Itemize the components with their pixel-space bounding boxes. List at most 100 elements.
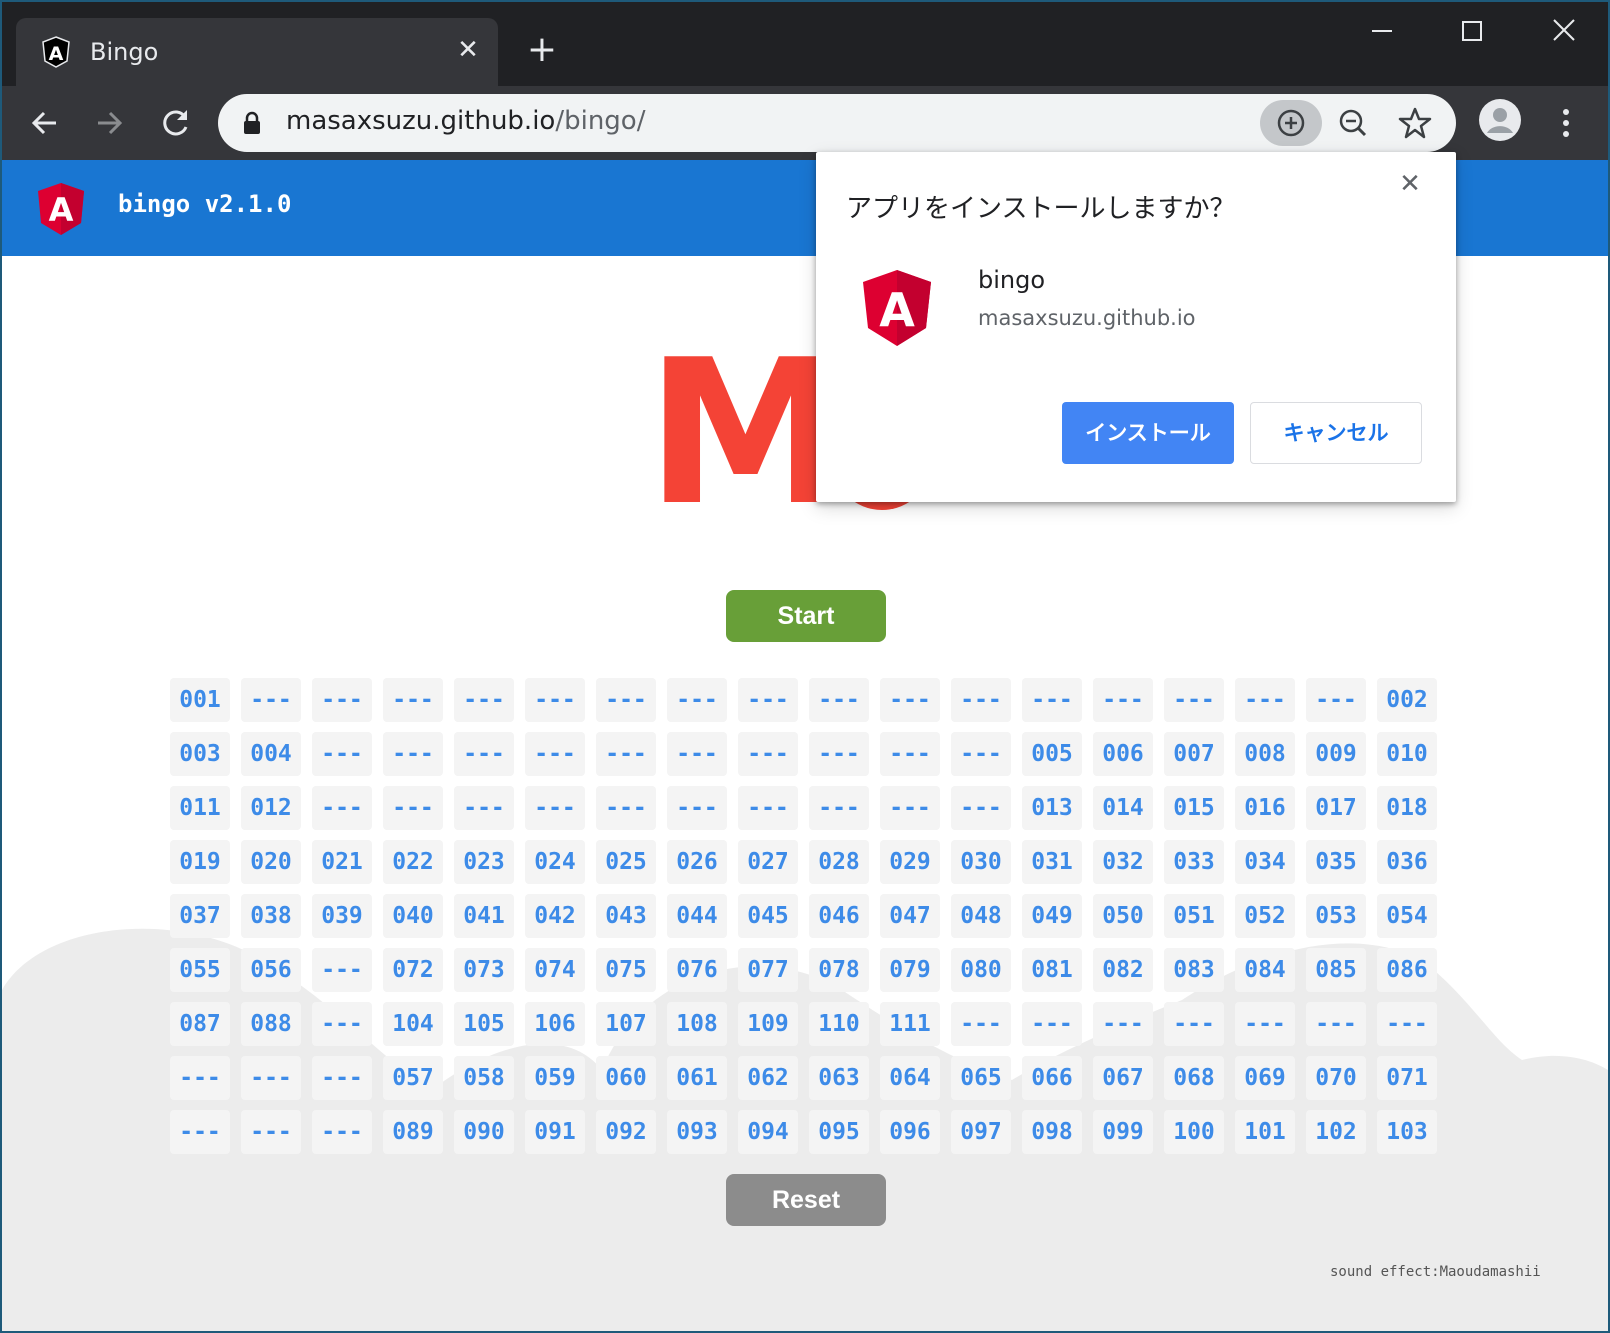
bingo-cell: --- <box>1022 678 1082 722</box>
bingo-cell: 043 <box>596 894 656 938</box>
bingo-cell: 093 <box>667 1110 727 1154</box>
bingo-cell: 077 <box>738 948 798 992</box>
bingo-cell: --- <box>951 786 1011 830</box>
bingo-cell: --- <box>1306 678 1366 722</box>
bingo-cell: 083 <box>1164 948 1224 992</box>
bingo-cell: 041 <box>454 894 514 938</box>
bingo-cell: 095 <box>809 1110 869 1154</box>
bingo-cell: 018 <box>1377 786 1437 830</box>
dialog-close-icon[interactable]: ✕ <box>1392 166 1428 202</box>
bingo-cell: 013 <box>1022 786 1082 830</box>
bingo-cell: 104 <box>383 1002 443 1046</box>
bingo-cell: 063 <box>809 1056 869 1100</box>
kebab-menu-icon[interactable] <box>1546 100 1586 146</box>
bingo-cell: 072 <box>383 948 443 992</box>
bingo-cell: 111 <box>880 1002 940 1046</box>
cancel-button[interactable]: キャンセル <box>1250 402 1422 464</box>
bingo-cell: --- <box>738 732 798 776</box>
bingo-cell: --- <box>241 1110 301 1154</box>
bingo-cell: 106 <box>525 1002 585 1046</box>
maximize-icon[interactable] <box>1442 14 1502 54</box>
bingo-cell: 107 <box>596 1002 656 1046</box>
bingo-cell: --- <box>312 1110 372 1154</box>
svg-text:A: A <box>879 283 915 337</box>
sound-credit: sound effect:Maoudamashii <box>1330 1264 1541 1280</box>
zoom-out-icon[interactable] <box>1322 100 1384 146</box>
bingo-cell: 017 <box>1306 786 1366 830</box>
bingo-cell: 014 <box>1093 786 1153 830</box>
star-icon[interactable] <box>1384 100 1446 146</box>
install-button[interactable]: インストール <box>1062 402 1234 464</box>
bingo-cell: 026 <box>667 840 727 884</box>
bingo-cell: 060 <box>596 1056 656 1100</box>
bingo-cell: 022 <box>383 840 443 884</box>
minimize-icon[interactable] <box>1352 14 1412 54</box>
bingo-cell: --- <box>809 678 869 722</box>
bingo-cell: --- <box>596 786 656 830</box>
bingo-cell: 097 <box>951 1110 1011 1154</box>
bingo-cell: --- <box>312 732 372 776</box>
bingo-cell: 059 <box>525 1056 585 1100</box>
reload-icon[interactable] <box>152 100 198 146</box>
bingo-cell: 087 <box>170 1002 230 1046</box>
bingo-cell: --- <box>312 948 372 992</box>
bingo-cell: --- <box>383 732 443 776</box>
bingo-number-grid: 001 --- --- --- --- --- --- --- --- --- --- --- --- -… <box>170 678 1437 1154</box>
bingo-cell: 029 <box>880 840 940 884</box>
dialog-app-origin: masaxsuzu.github.io <box>978 306 1196 330</box>
bingo-cell: 068 <box>1164 1056 1224 1100</box>
bingo-cell: 062 <box>738 1056 798 1100</box>
bingo-cell: 042 <box>525 894 585 938</box>
url-path: /bingo/ <box>555 106 646 136</box>
window-close-icon[interactable] <box>1534 14 1594 54</box>
bingo-cell: --- <box>738 678 798 722</box>
bingo-cell: --- <box>312 786 372 830</box>
bingo-cell: --- <box>454 678 514 722</box>
bingo-cell: 050 <box>1093 894 1153 938</box>
bingo-cell: 027 <box>738 840 798 884</box>
forward-arrow-icon[interactable] <box>86 100 132 146</box>
bingo-cell: 024 <box>525 840 585 884</box>
bingo-cell: 004 <box>241 732 301 776</box>
bingo-cell: --- <box>312 1056 372 1100</box>
bingo-cell: --- <box>596 678 656 722</box>
install-plus-icon[interactable] <box>1260 100 1322 146</box>
bingo-cell: 001 <box>170 678 230 722</box>
bingo-cell: 015 <box>1164 786 1224 830</box>
bingo-cell: --- <box>312 678 372 722</box>
bingo-cell: 096 <box>880 1110 940 1154</box>
bingo-cell: --- <box>667 732 727 776</box>
browser-tab[interactable]: A Bingo ✕ <box>16 18 498 86</box>
bingo-cell: 102 <box>1306 1110 1366 1154</box>
bingo-cell: 025 <box>596 840 656 884</box>
bingo-cell: 052 <box>1235 894 1295 938</box>
address-bar[interactable]: masaxsuzu.github.io/bingo/ <box>218 94 1456 152</box>
bingo-cell: --- <box>738 786 798 830</box>
bingo-cell: 091 <box>525 1110 585 1154</box>
bingo-cell: 038 <box>241 894 301 938</box>
bingo-cell: 058 <box>454 1056 514 1100</box>
bingo-cell: 090 <box>454 1110 514 1154</box>
new-tab-button[interactable]: + <box>522 30 562 70</box>
bingo-cell: 039 <box>312 894 372 938</box>
bingo-cell: 098 <box>1022 1110 1082 1154</box>
lock-icon[interactable] <box>242 111 262 135</box>
profile-avatar-icon[interactable] <box>1478 98 1522 142</box>
bingo-cell: --- <box>667 786 727 830</box>
bingo-cell: --- <box>1235 1002 1295 1046</box>
bingo-cell: 020 <box>241 840 301 884</box>
bingo-cell: --- <box>1164 1002 1224 1046</box>
back-arrow-icon[interactable] <box>22 100 68 146</box>
reset-button[interactable]: Reset <box>726 1174 886 1226</box>
url-text[interactable]: masaxsuzu.github.io/bingo/ <box>286 106 645 136</box>
bingo-cell: 078 <box>809 948 869 992</box>
bingo-cell: 088 <box>241 1002 301 1046</box>
bingo-cell: 081 <box>1022 948 1082 992</box>
bingo-cell: 030 <box>951 840 1011 884</box>
tab-close-icon[interactable]: ✕ <box>450 32 486 68</box>
bingo-cell: --- <box>596 732 656 776</box>
start-button[interactable]: Start <box>726 590 886 642</box>
bingo-cell: 033 <box>1164 840 1224 884</box>
bingo-cell: 067 <box>1093 1056 1153 1100</box>
dialog-app-name: bingo <box>978 266 1046 294</box>
